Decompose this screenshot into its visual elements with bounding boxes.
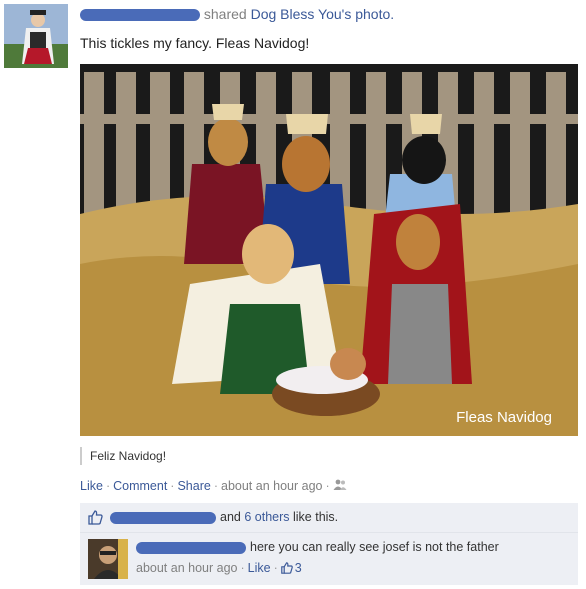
- shared-source-link[interactable]: Dog Bless You's photo.: [251, 6, 395, 22]
- likes-connector: and: [220, 510, 241, 524]
- post-actions: Like · Comment · Share · about an hour ago ·: [80, 479, 347, 494]
- comment-like-count[interactable]: 3: [295, 561, 302, 575]
- comment-like-link[interactable]: Like: [248, 561, 271, 575]
- redacted-liker-name[interactable]: [110, 512, 216, 524]
- comment-text: here you can really see josef is not the…: [250, 540, 499, 554]
- post-timestamp[interactable]: about an hour ago: [221, 479, 322, 493]
- post-header: shared Dog Bless You's photo.: [80, 6, 394, 22]
- commenter-avatar[interactable]: [88, 539, 128, 579]
- like-link[interactable]: Like: [80, 479, 103, 493]
- thumbs-up-icon: [88, 510, 103, 528]
- others-link[interactable]: 6 others: [244, 510, 289, 524]
- header-action: shared: [203, 6, 247, 22]
- comment-link[interactable]: Comment: [113, 479, 167, 493]
- post-photo[interactable]: Fleas Navidog: [80, 64, 578, 436]
- likes-summary: and 6 others like this.: [80, 503, 578, 533]
- poster-avatar[interactable]: [4, 4, 68, 68]
- redacted-name[interactable]: [80, 9, 200, 22]
- status-message: This tickles my fancy. Fleas Navidog!: [80, 35, 310, 51]
- friends-icon: [333, 479, 347, 494]
- photo-watermark: Fleas Navidog: [456, 409, 552, 426]
- redacted-commenter-name[interactable]: [136, 542, 246, 554]
- share-link[interactable]: Share: [177, 479, 210, 493]
- comment-thumbs-up-icon: [280, 562, 293, 577]
- comment: here you can really see josef is not the…: [80, 533, 578, 585]
- avatar-image: [4, 4, 68, 68]
- comment-timestamp[interactable]: about an hour ago: [136, 561, 237, 575]
- photo-caption: Feliz Navidog!: [80, 447, 166, 465]
- nativity-dogs-photo: Fleas Navidog: [80, 64, 578, 436]
- likes-suffix: like this.: [293, 510, 339, 524]
